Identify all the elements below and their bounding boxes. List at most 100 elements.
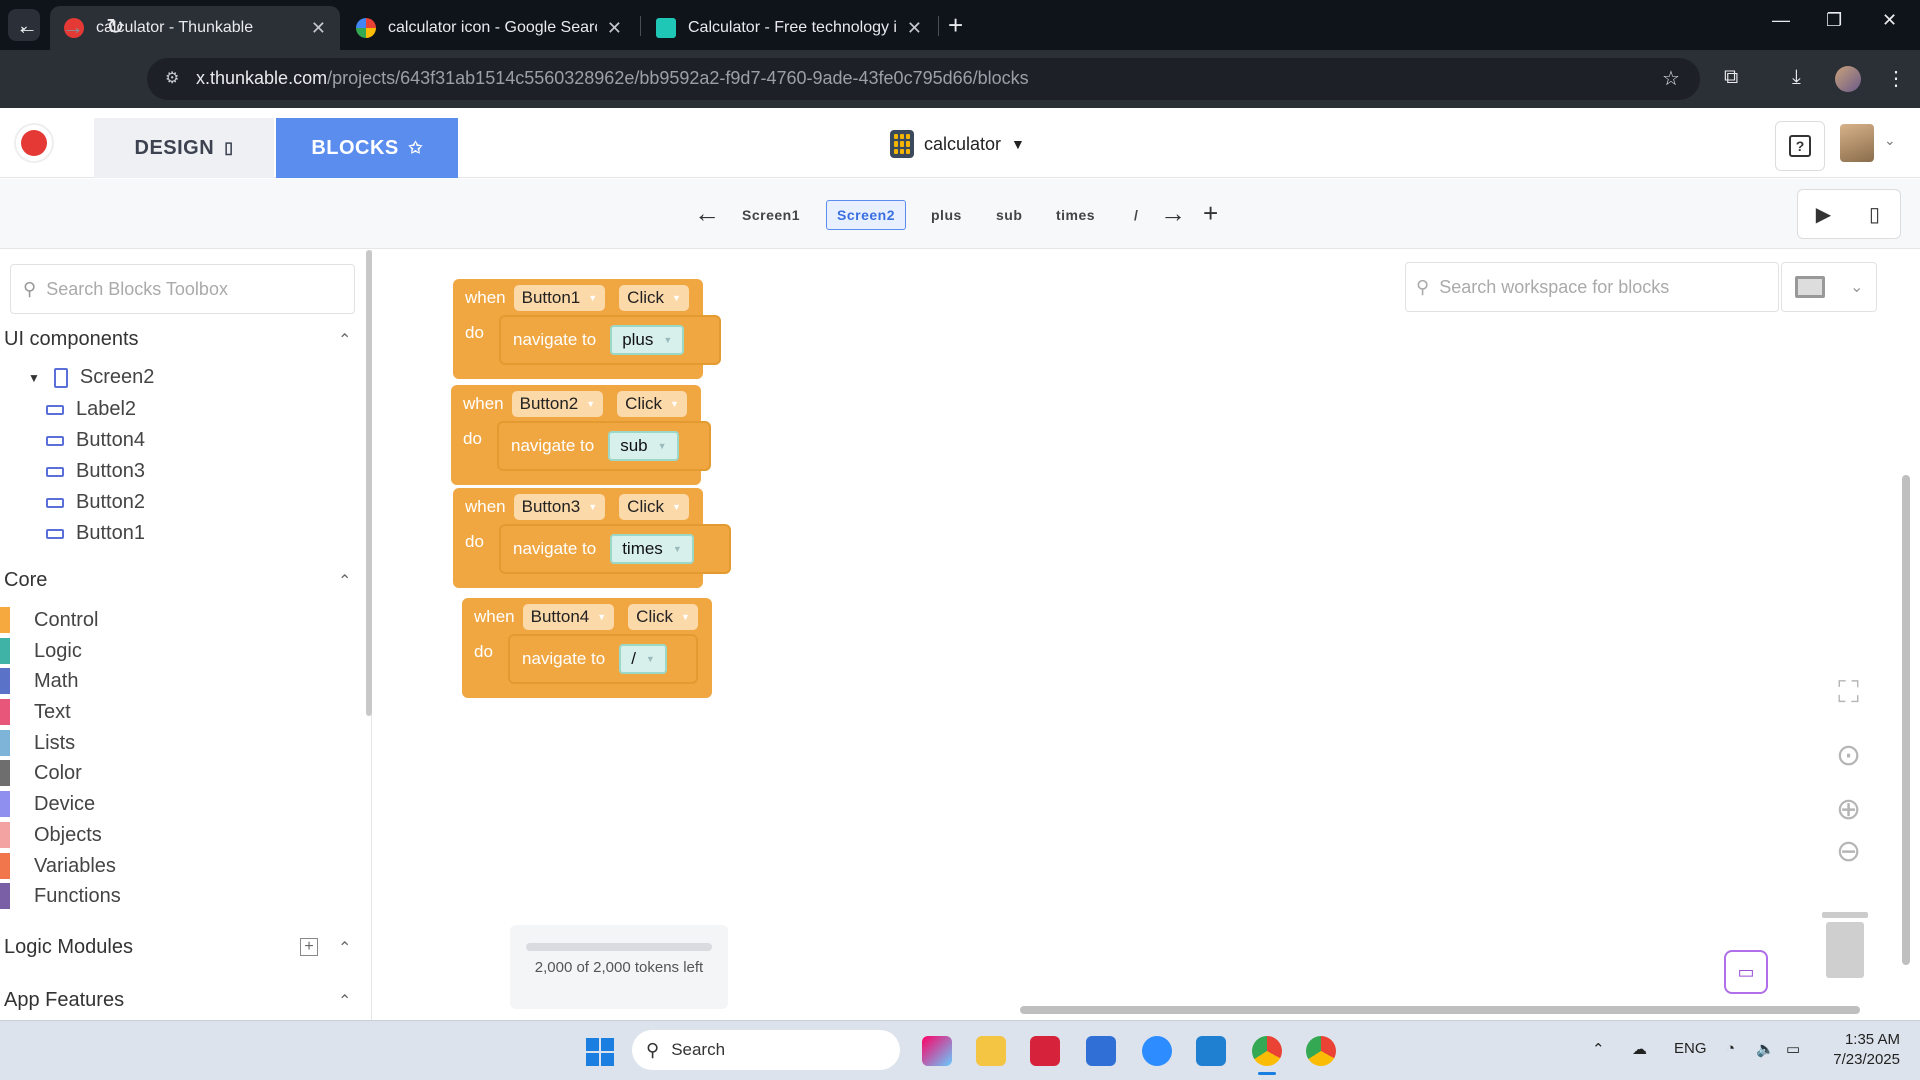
screen-tab-sub[interactable]: sub [986, 200, 1032, 230]
live-test-icon[interactable]: ▶ [1798, 190, 1849, 238]
navigate-to-block[interactable]: navigate to / ▼ [508, 634, 698, 684]
chevron-up-icon[interactable]: ⌃ [338, 991, 351, 1011]
event-dropdown[interactable]: Click ▼ [619, 494, 689, 520]
download-icon[interactable]: ⤓ [1792, 66, 1801, 89]
user-avatar[interactable] [1840, 124, 1874, 162]
category-logic[interactable]: Logic [0, 638, 82, 664]
chevron-up-icon[interactable]: ⌃ [338, 330, 351, 350]
add-screen-icon[interactable]: + [1203, 198, 1218, 229]
component-label2[interactable]: Label2 [46, 398, 136, 421]
category-lists[interactable]: Lists [0, 730, 75, 756]
workspace-search-input[interactable]: ⚲ Search workspace for blocks [1405, 262, 1779, 312]
browser-tab-active[interactable]: calculator - Thunkable ✕ [50, 6, 340, 50]
screen-tab-divide[interactable]: / [1124, 200, 1148, 230]
help-button[interactable]: ? [1775, 121, 1825, 171]
screen-tab-plus[interactable]: plus [921, 200, 972, 230]
toolbox-search-input[interactable]: ⚲ Search Blocks Toolbox [10, 264, 355, 314]
navigate-to-block[interactable]: navigate to times ▼ [499, 524, 731, 574]
workspace-horizontal-scrollbar[interactable] [1020, 1006, 1860, 1014]
category-device[interactable]: Device [0, 791, 95, 817]
volume-icon[interactable]: 🔈 [1756, 1040, 1775, 1058]
fullscreen-icon[interactable]: ⛶ [1838, 676, 1859, 710]
screen-tab-times[interactable]: times [1046, 200, 1105, 230]
battery-icon[interactable]: ▭ [1786, 1040, 1800, 1058]
screen-name-value[interactable]: / ▼ [619, 644, 667, 674]
next-screen-arrow-icon[interactable]: → [1160, 198, 1186, 229]
zoom-in-icon[interactable]: ⊕ [1836, 792, 1861, 827]
trash-icon[interactable] [1822, 912, 1868, 978]
new-tab-icon[interactable]: + [948, 10, 963, 41]
category-variables[interactable]: Variables [0, 853, 116, 879]
windows-start-icon[interactable] [586, 1038, 614, 1066]
copilot-icon[interactable] [922, 1036, 952, 1066]
system-clock[interactable]: 1:35 AM 7/23/2025 [1820, 1030, 1900, 1070]
restore-icon[interactable]: ❐ [1826, 10, 1842, 31]
app-features-header[interactable]: App Features [4, 989, 124, 1012]
navigate-to-block[interactable]: navigate to plus ▼ [499, 315, 721, 365]
chevron-up-icon[interactable]: ⌃ [338, 938, 351, 958]
site-info-icon[interactable]: ⚙ [165, 68, 179, 88]
previous-screen-arrow-icon[interactable]: ← [694, 198, 720, 229]
design-tab[interactable]: DESIGN ▯ [94, 118, 274, 178]
category-objects[interactable]: Objects [0, 822, 102, 848]
chevron-down-icon[interactable]: ⌄ [1884, 132, 1896, 149]
component-button3[interactable]: Button3 [46, 460, 145, 483]
huawei-app-icon[interactable] [1030, 1036, 1060, 1066]
chrome-profile-icon[interactable] [1306, 1036, 1336, 1066]
component-button2[interactable]: Button2 [46, 491, 145, 514]
blocks-tab[interactable]: BLOCKS ✩ [276, 118, 458, 178]
component-dropdown[interactable]: Button2 ▼ [511, 391, 604, 417]
minimize-icon[interactable]: — [1772, 10, 1790, 31]
screen-name-value[interactable]: times ▼ [610, 534, 694, 564]
zoom-out-icon[interactable]: ⊖ [1836, 834, 1861, 869]
project-selector[interactable]: calculator ▼ [890, 130, 1025, 158]
core-header[interactable]: Core [4, 569, 47, 592]
component-dropdown[interactable]: Button1 ▼ [513, 285, 606, 311]
workspace-view-selector[interactable]: ⌄ [1781, 262, 1877, 312]
device-preview-icon[interactable]: ▯ [1849, 190, 1900, 238]
language-indicator[interactable]: ENG [1674, 1040, 1707, 1057]
event-dropdown[interactable]: Click ▼ [617, 391, 687, 417]
navigate-to-block[interactable]: navigate to sub ▼ [497, 421, 711, 471]
url-text[interactable]: x.thunkable.com/projects/643f31ab1514c55… [196, 68, 1029, 89]
screen-tab-screen1[interactable]: Screen1 [732, 200, 810, 230]
component-dropdown[interactable]: Button4 ▼ [522, 604, 615, 630]
center-workspace-icon[interactable]: ⊙ [1836, 738, 1861, 773]
bookmark-star-icon[interactable]: ☆ [1662, 66, 1680, 91]
close-tab-icon[interactable]: ✕ [907, 18, 922, 39]
close-tab-icon[interactable]: ✕ [607, 18, 622, 39]
browser-tab[interactable]: calculator icon - Google Search ✕ [342, 6, 636, 50]
toolbox-scrollbar[interactable] [366, 250, 372, 716]
category-text[interactable]: Text [0, 699, 71, 725]
chat-icon[interactable]: ▭ [1724, 950, 1768, 994]
add-module-icon[interactable]: + [300, 938, 318, 956]
vscode-icon[interactable] [1196, 1036, 1226, 1066]
extensions-icon[interactable]: ⧉ [1724, 66, 1738, 89]
logic-modules-header[interactable]: Logic Modules [4, 936, 133, 959]
screen-name-value[interactable]: sub ▼ [608, 431, 679, 461]
event-dropdown[interactable]: Click ▼ [619, 285, 689, 311]
event-dropdown[interactable]: Click ▼ [628, 604, 698, 630]
show-hidden-icons-icon[interactable]: ⌃ [1592, 1040, 1605, 1058]
taskbar-search[interactable]: ⚲ Search [632, 1030, 900, 1070]
component-button4[interactable]: Button4 [46, 429, 145, 452]
close-tab-icon[interactable]: ✕ [311, 18, 326, 39]
category-functions[interactable]: Functions [0, 883, 121, 909]
browser-tab[interactable]: Calculator - Free technology ic ✕ [642, 6, 936, 50]
component-button1[interactable]: Button1 [46, 522, 145, 545]
chevron-up-icon[interactable]: ⌃ [338, 571, 351, 591]
thunkable-logo[interactable] [14, 123, 54, 163]
chrome-icon[interactable] [1252, 1036, 1282, 1066]
reload-icon[interactable]: ↻ [106, 14, 124, 40]
category-control[interactable]: Control [0, 607, 98, 633]
wifi-icon[interactable]: ◔ [1726, 1040, 1735, 1057]
screen-tab-screen2[interactable]: Screen2 [826, 200, 906, 230]
category-math[interactable]: Math [0, 668, 78, 694]
browser-profile-avatar[interactable] [1835, 66, 1861, 92]
zoom-icon[interactable] [1142, 1036, 1172, 1066]
onedrive-icon[interactable]: ☁ [1632, 1040, 1647, 1058]
back-icon[interactable]: ← [16, 14, 38, 40]
microsoft-store-icon[interactable] [1086, 1036, 1116, 1066]
forward-icon[interactable]: → [62, 14, 84, 40]
category-color[interactable]: Color [0, 760, 82, 786]
